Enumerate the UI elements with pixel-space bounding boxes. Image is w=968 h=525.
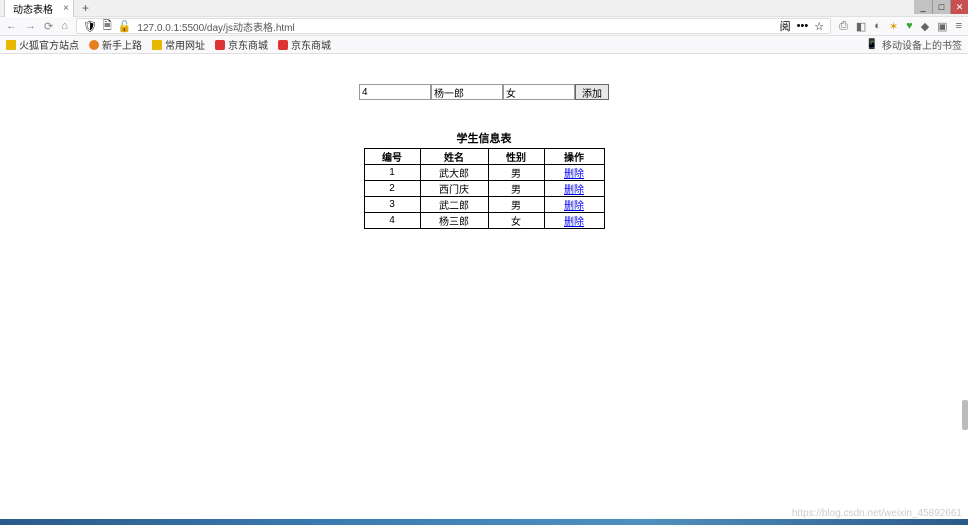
bookmark-label: 火狐官方站点 <box>19 37 79 52</box>
name-input[interactable] <box>431 84 503 100</box>
cell-gender: 男 <box>488 165 544 181</box>
bookmark-label: 京东商城 <box>228 37 268 52</box>
cell-gender: 男 <box>488 181 544 197</box>
header-id: 编号 <box>364 149 420 165</box>
cell-name: 武大郎 <box>420 165 488 181</box>
reload-button[interactable]: ⟳ <box>44 20 53 33</box>
scrollbar-thumb[interactable] <box>962 400 968 430</box>
header-action: 操作 <box>544 149 604 165</box>
cell-gender: 女 <box>488 213 544 229</box>
cell-id: 3 <box>364 197 420 213</box>
pocket-icon[interactable]: ▣ <box>937 20 947 33</box>
shield-icon: 🛡 <box>83 20 97 33</box>
folder-icon <box>6 40 16 50</box>
table-row: 1武大郎男 删除 <box>364 165 604 181</box>
page-actions-icon[interactable]: ••• <box>797 20 809 32</box>
page-content: 添加 学生信息表 编号 姓名 性别 操作 1武大郎男删除2西门庆男删除3武二郎男… <box>0 54 968 229</box>
cell-action: 删除 <box>544 181 604 197</box>
url-text: 127.0.0.1:5500/day/js动态表格.html <box>137 19 773 34</box>
delete-link[interactable]: 删除 <box>564 201 584 212</box>
bookmark-item[interactable]: 新手上路 <box>89 37 142 52</box>
address-bar: ← → ⟳ ⌂ 🛡 🗎 🔓 127.0.0.1:5500/day/js动态表格.… <box>0 16 968 36</box>
bookmark-item[interactable]: 火狐官方站点 <box>6 37 79 52</box>
browser-tab[interactable]: 动态表格 × <box>4 0 74 17</box>
cell-name: 西门庆 <box>420 181 488 197</box>
library-icon[interactable]: ⎙ <box>839 20 848 33</box>
cell-name: 武二郎 <box>420 197 488 213</box>
extension2-icon[interactable]: ◆ <box>921 20 929 33</box>
home-button[interactable]: ⌂ <box>61 20 68 32</box>
mobile-icon: 📱 <box>866 39 878 50</box>
red-icon <box>278 40 288 50</box>
mobile-bookmarks-link[interactable]: 移动设备上的书签 <box>882 37 962 52</box>
reader-mode-icon[interactable]: 阅 <box>780 18 791 34</box>
bookmark-label: 新手上路 <box>102 37 142 52</box>
cell-id: 2 <box>364 181 420 197</box>
table-row: 4杨三郎女 删除 <box>364 213 604 229</box>
cell-id: 4 <box>364 213 420 229</box>
header-name: 姓名 <box>420 149 488 165</box>
lock-icon: 🔓 <box>118 20 132 33</box>
cell-id: 1 <box>364 165 420 181</box>
window-minimize-button[interactable]: _ <box>914 0 932 14</box>
tab-bar: 动态表格 × + <box>0 0 968 16</box>
cell-action: 删除 <box>544 197 604 213</box>
cell-action: 删除 <box>544 165 604 181</box>
window-maximize-button[interactable]: □ <box>932 0 950 14</box>
new-tab-button[interactable]: + <box>82 1 89 15</box>
page-info-icon: 🗎 <box>103 17 112 36</box>
table-caption: 学生信息表 <box>457 130 512 146</box>
student-table: 编号 姓名 性别 操作 1武大郎男删除2西门庆男删除3武二郎男删除4杨三郎女删除 <box>364 148 605 229</box>
forward-button[interactable]: → <box>25 20 36 32</box>
table-row: 2西门庆男 删除 <box>364 181 604 197</box>
menu-icon[interactable]: ≡ <box>956 20 962 32</box>
bookmark-item[interactable]: 常用网址 <box>152 37 205 52</box>
cell-action: 删除 <box>544 213 604 229</box>
header-gender: 性别 <box>488 149 544 165</box>
add-button[interactable]: 添加 <box>575 84 609 100</box>
id-input[interactable] <box>359 84 431 100</box>
folder-icon <box>152 40 162 50</box>
sidebar-icon[interactable]: ◧ <box>856 20 866 33</box>
download-icon[interactable]: ✶ <box>889 20 898 33</box>
bookmark-item[interactable]: 京东商城 <box>278 37 331 52</box>
account-icon[interactable]: ◐ <box>874 20 881 32</box>
tab-title: 动态表格 <box>13 1 53 16</box>
cell-name: 杨三郎 <box>420 213 488 229</box>
delete-link[interactable]: 删除 <box>564 185 584 196</box>
taskbar[interactable] <box>0 519 968 525</box>
extension-icon[interactable]: ♥ <box>906 20 913 32</box>
url-box[interactable]: 🛡 🗎 🔓 127.0.0.1:5500/day/js动态表格.html 阅 •… <box>76 18 831 34</box>
table-header-row: 编号 姓名 性别 操作 <box>364 149 604 165</box>
input-row: 添加 <box>359 84 609 100</box>
orange-icon <box>89 40 99 50</box>
delete-link[interactable]: 删除 <box>564 169 584 180</box>
table-row: 3武二郎男 删除 <box>364 197 604 213</box>
cell-gender: 男 <box>488 197 544 213</box>
window-close-button[interactable]: ✕ <box>950 0 968 14</box>
bookmark-label: 京东商城 <box>291 37 331 52</box>
bookmark-star-icon[interactable]: ☆ <box>814 20 824 33</box>
gender-input[interactable] <box>503 84 575 100</box>
watermark: https://blog.csdn.net/weixin_45892661 <box>792 508 962 519</box>
bookmarks-bar: 火狐官方站点 新手上路 常用网址 京东商城 京东商城 📱 移动设备上的书签 <box>0 36 968 54</box>
delete-link[interactable]: 删除 <box>564 217 584 228</box>
red-icon <box>215 40 225 50</box>
tab-close-icon[interactable]: × <box>63 3 69 14</box>
bookmark-item[interactable]: 京东商城 <box>215 37 268 52</box>
bookmark-label: 常用网址 <box>165 37 205 52</box>
back-button[interactable]: ← <box>6 20 17 32</box>
